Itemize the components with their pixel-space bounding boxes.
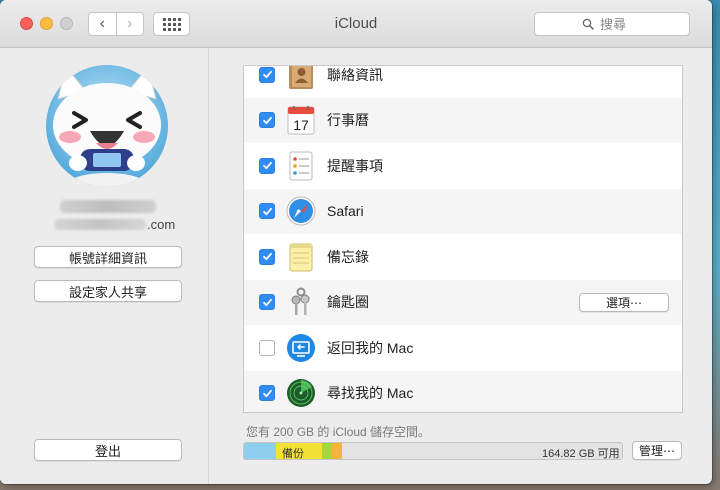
back-to-my-mac-label: 返回我的 Mac [327,339,414,356]
sign-out-button[interactable]: 登出 [34,439,182,461]
keychain-checkbox[interactable] [259,294,275,311]
list-item: 返回我的 Mac [244,325,682,371]
show-all-button[interactable] [153,12,190,36]
notes-icon [285,241,317,273]
storage-segment-free: 164.82 GB 可用 [342,443,622,459]
list-item: 17 行事曆 [244,97,682,143]
safari-checkbox[interactable] [259,203,275,220]
account-details-button[interactable]: 帳號詳細資訊 [34,246,182,268]
storage-summary: 您有 200 GB 的 iCloud 儲存空間。 [246,425,431,439]
notes-label: 備忘錄 [327,248,369,265]
title-bar: ‹ › iCloud [0,0,712,48]
back-to-my-mac-checkbox[interactable] [259,339,275,356]
setup-family-sharing-button[interactable]: 設定家人共享 [34,280,182,302]
reminders-checkbox[interactable] [259,157,275,174]
avatar[interactable] [46,65,168,187]
search-icon [582,18,594,30]
contacts-icon [285,66,317,91]
list-item: 備忘錄 [244,234,682,280]
safari-label: Safari [327,203,364,220]
free-space-label: 164.82 GB 可用 [542,448,620,460]
safari-icon [285,195,317,227]
search-input[interactable] [600,16,642,32]
zoom-window-button[interactable] [60,17,73,30]
find-my-mac-checkbox[interactable] [259,385,275,402]
find-my-mac-icon [285,377,317,409]
storage-usage-bar: 備份 164.82 GB 可用 [243,442,623,460]
navigation-buttons: ‹ › [88,12,144,36]
storage-segment-blue [244,443,276,459]
email-redacted [54,218,146,230]
calendar-icon: 17 [285,104,317,136]
list-item: 提醒事項 [244,143,682,189]
reminders-label: 提醒事項 [327,157,383,174]
grid-icon [162,17,181,31]
calendar-label: 行事曆 [327,112,369,129]
contacts-checkbox[interactable] [259,66,275,83]
reminders-icon [285,150,317,182]
notes-checkbox[interactable] [259,248,275,265]
storage-segment-orange [332,443,342,459]
storage-segment-green [322,443,332,459]
list-item: 聯絡資訊 [244,66,682,98]
services-list: 聯絡資訊 17 行事曆 提醒事項 Safari 備忘錄 鑰匙圈 選項⋯ 返回我的… [243,65,683,413]
list-item: 鑰匙圈 選項⋯ [244,279,682,325]
email-domain-suffix: .com [147,216,176,232]
search-field[interactable] [534,12,690,36]
back-button[interactable]: ‹ [89,13,117,35]
manage-storage-button[interactable]: 管理⋯ [632,441,682,460]
keychain-options-button[interactable]: 選項⋯ [579,292,669,312]
calendar-checkbox[interactable] [259,112,275,129]
chevron-left-icon: ‹ [99,15,105,32]
list-item: 尋找我的 Mac [244,370,682,412]
keychain-label: 鑰匙圈 [327,294,369,311]
close-window-button[interactable] [20,17,33,30]
contacts-label: 聯絡資訊 [327,66,383,83]
account-email: .com [54,216,176,232]
icloud-preferences-window: ‹ › iCloud 搜尋 .com 帳號詳細資訊 設定家人共享 登出 聯絡資訊… [0,0,712,484]
storage-segment-backup: 備份 [276,443,322,459]
back-to-my-mac-icon [285,332,317,364]
sidebar-divider [208,48,209,484]
list-item: Safari [244,188,682,234]
chevron-right-icon: › [127,15,133,32]
forward-button[interactable]: › [117,13,144,35]
account-name-redacted [60,200,156,213]
calendar-day: 17 [293,117,309,133]
backup-label: 備份 [282,448,304,460]
find-my-mac-label: 尋找我的 Mac [327,385,414,402]
keychain-icon [285,286,317,318]
minimize-window-button[interactable] [40,17,53,30]
